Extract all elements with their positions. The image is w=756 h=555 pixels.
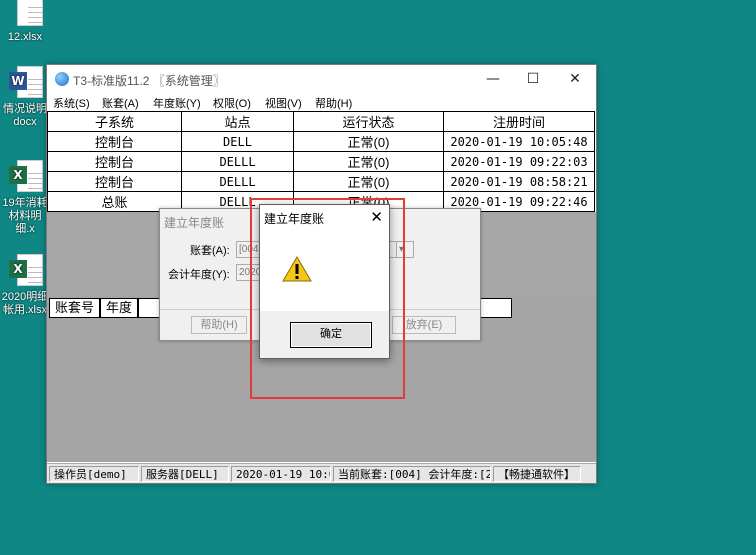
menu-year-account[interactable]: 年度账(Y) [153,95,201,111]
table-row[interactable]: 控制台 DELLL 正常(0) 2020-01-19 08:58:21 [47,171,595,192]
desktop-icon-label: 12.xlsx [7,31,43,43]
account-label: 账套(A): [190,245,230,257]
year-label: 会计年度(Y): [168,269,230,281]
highlight-box [250,198,405,399]
cell-status: 正常(0) [293,131,444,152]
desktop-icon-label: 情况说明 [3,103,47,115]
minimize-icon[interactable]: — [483,69,503,89]
desktop-icon-12-xlsx[interactable]: 12.xlsx [0,0,50,44]
cell-time: 2020-01-19 09:22:03 [443,151,595,172]
status-server: 服务器[DELL] [141,466,229,482]
table-row[interactable]: 控制台 DELL 正常(0) 2020-01-19 10:05:48 [47,131,595,152]
cell-site: DELLL [181,151,294,172]
maximize-icon[interactable]: ☐ [523,69,543,89]
cell-time: 2020-01-19 10:05:48 [443,131,595,152]
menu-view[interactable]: 视图(V) [265,95,302,111]
desktop-icon-label: 2020明细 [1,291,49,303]
desktop-icon-situation-docx[interactable]: W 情况说明 docx [0,64,50,129]
table-row[interactable]: 控制台 DELLL 正常(0) 2020-01-19 09:22:03 [47,151,595,172]
menu-account[interactable]: 账套(A) [102,95,139,111]
status-datetime: 2020-01-19 10:08 [231,466,331,482]
menu-help[interactable]: 帮助(H) [315,95,352,111]
cell-site: DELLL [181,171,294,192]
status-bar: 操作员[demo] 服务器[DELL] 2020-01-19 10:08 当前账… [47,463,596,483]
word-file-icon: W [9,64,43,100]
dialog-title: 建立年度账 [164,216,225,230]
cell-status: 正常(0) [293,151,444,172]
status-operator: 操作员[demo] [49,466,139,482]
window-title: T3-标准版11.2 〖系统管理〗 [73,74,225,88]
desktop-icon-label-2: 材料明细.x [8,210,42,235]
menu-bar: 系统(S) 账套(A) 年度账(Y) 权限(O) 视图(V) 帮助(H) [47,93,596,111]
cell-subsystem: 控制台 [47,131,182,152]
column-header[interactable]: 站点 [181,111,294,132]
cell-site: DELL [181,131,294,152]
desktop-icon-materials-xlsx[interactable]: X 19年消耗 材料明细.x [0,158,50,236]
menu-permission[interactable]: 权限(O) [213,95,251,111]
status-vendor: 【畅捷通软件】 [493,466,581,482]
cell-time: 2020-01-19 08:58:21 [443,171,595,192]
excel-file-icon: X [9,158,43,194]
desktop-icon-label-2: 帐用.xlsx [3,304,47,316]
app-icon [55,72,69,86]
column-header[interactable]: 注册时间 [443,111,595,132]
menu-system[interactable]: 系统(S) [53,95,90,111]
close-icon[interactable]: ✕ [565,69,585,89]
title-bar[interactable]: T3-标准版11.2 〖系统管理〗 — ☐ ✕ [47,65,596,93]
subsystem-table: 子系统 站点 运行状态 注册时间 控制台 DELL 正常(0) 2020-01-… [47,111,595,212]
cell-subsystem: 控制台 [47,171,182,192]
cell-subsystem: 控制台 [47,151,182,172]
excel-file-icon: X [9,252,43,288]
cell-status: 正常(0) [293,171,444,192]
desktop-icon-label: 19年消耗 [2,197,48,209]
help-button[interactable]: 帮助(H) [191,316,247,334]
excel-file-icon [9,0,43,28]
column-header[interactable]: 账套号 [49,298,101,318]
column-header[interactable]: 子系统 [47,111,182,132]
column-header[interactable]: 运行状态 [293,111,444,132]
desktop-icon-label-2: docx [13,116,37,128]
status-current-account: 当前账套:[004] 会计年度:[2 [333,466,491,482]
table-header-row: 子系统 站点 运行状态 注册时间 [47,111,595,132]
desktop-icon-2020-xlsx[interactable]: X 2020明细 帐用.xlsx [0,252,50,317]
column-header[interactable]: 年度 [100,298,139,318]
